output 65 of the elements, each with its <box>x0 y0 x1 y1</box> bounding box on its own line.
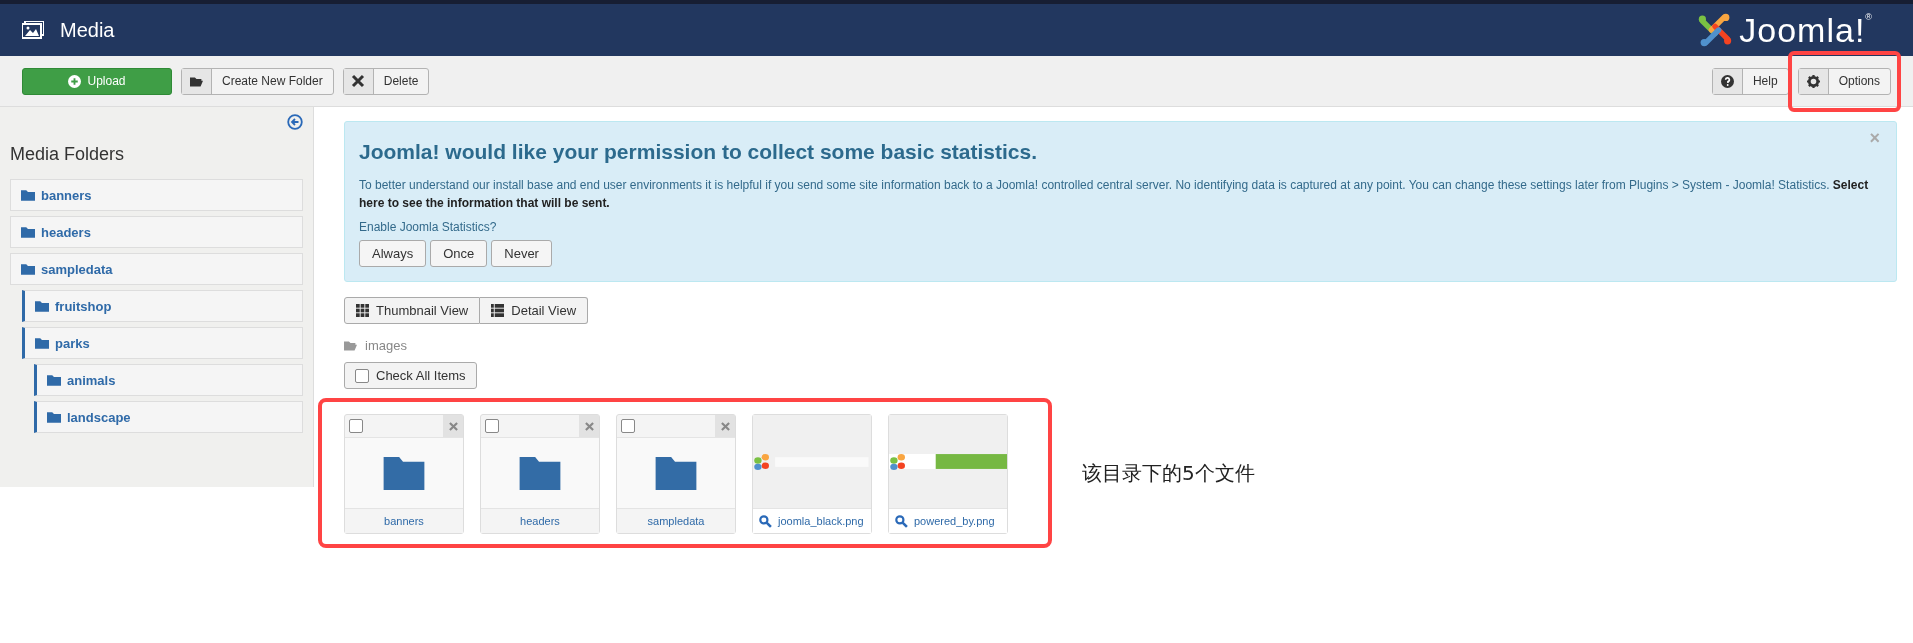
thumbnail-view-button[interactable]: Thumbnail View <box>344 297 481 324</box>
notice-title: Joomla! would like your permission to collect some basic statistics. <box>359 140 1039 164</box>
checkbox[interactable] <box>349 419 363 433</box>
upload-button[interactable]: Upload <box>22 67 172 95</box>
settings-icon <box>1806 74 1820 88</box>
folder-item[interactable]: parks <box>22 327 303 359</box>
image-card[interactable]: powered_by.png <box>888 414 1008 534</box>
list-icon <box>491 304 505 317</box>
page-title: Media <box>60 18 115 42</box>
notice-text: To better understand our install base and end user environments it is helpful if you send some site information back to a Joomla! controlled central server. No identifying data is captured at any point. You can change these settings later from Plugins > System - Joomla! Statistics. Select here to see the information that will be sent. <box>359 177 1870 212</box>
folder-icon <box>21 226 35 238</box>
folder-icon <box>47 374 61 386</box>
folder-item[interactable]: landscape <box>34 401 303 433</box>
folder-icon <box>519 456 561 490</box>
annotation-note: 该目录下的5个文件 <box>1082 459 1255 487</box>
folder-icon <box>35 300 49 312</box>
create-folder-button[interactable]: Create New Folder <box>181 67 334 95</box>
check-all-button[interactable]: Check All Items <box>344 362 477 389</box>
help-icon <box>1720 74 1734 88</box>
folder-icon <box>21 263 35 275</box>
choice-button[interactable]: Once <box>430 240 488 267</box>
file-name[interactable]: powered_by.png <box>889 508 1007 533</box>
folder-card[interactable]: headers <box>480 414 600 534</box>
delete-icon[interactable] <box>720 421 730 431</box>
help-button[interactable]: Help <box>1711 67 1789 95</box>
file-name[interactable]: banners <box>345 508 463 533</box>
file-name[interactable]: sampledata <box>617 508 735 533</box>
folder-item[interactable]: sampledata <box>10 253 303 285</box>
detail-view-button[interactable]: Detail View <box>480 297 589 324</box>
folder-item[interactable]: animals <box>34 364 303 396</box>
image-card[interactable]: joomla_black.png <box>752 414 872 534</box>
notice-question: Enable Joomla Statistics? <box>359 220 498 234</box>
logo-icon <box>1697 12 1734 48</box>
checkbox[interactable] <box>621 419 635 433</box>
choice-button[interactable]: Always <box>359 240 427 267</box>
folder-item[interactable]: banners <box>10 179 303 211</box>
choice-button[interactable]: Never <box>491 240 552 267</box>
media-icon <box>22 21 44 39</box>
file-name[interactable]: headers <box>481 508 599 533</box>
folder-icon <box>190 74 203 88</box>
folder-card[interactable]: sampledata <box>616 414 736 534</box>
search-icon <box>759 514 772 528</box>
close-icon <box>351 74 366 88</box>
folder-icon <box>47 411 61 423</box>
delete-icon[interactable] <box>448 421 458 431</box>
brand-name: Joomla!$^{®}$ <box>1739 10 1873 50</box>
sidebar-title: Media Folders <box>10 143 126 166</box>
folder-icon <box>344 339 357 352</box>
file-name[interactable]: joomla_black.png <box>753 508 871 533</box>
delete-icon[interactable] <box>584 421 594 431</box>
checkbox[interactable] <box>485 419 499 433</box>
collapse-icon[interactable] <box>287 114 303 130</box>
folder-icon <box>655 456 697 490</box>
folder-item[interactable]: fruitshop <box>22 290 303 322</box>
search-icon <box>895 514 908 528</box>
folder-icon <box>35 337 49 349</box>
folder-item[interactable]: headers <box>10 216 303 248</box>
grid-icon <box>356 304 369 317</box>
breadcrumb[interactable]: images <box>365 338 407 353</box>
options-button[interactable]: Options <box>1797 67 1891 95</box>
plus-icon <box>68 74 82 88</box>
folder-icon <box>383 456 425 490</box>
folder-card[interactable]: banners <box>344 414 464 534</box>
folder-icon <box>21 189 35 201</box>
delete-button[interactable]: Delete <box>342 67 430 95</box>
